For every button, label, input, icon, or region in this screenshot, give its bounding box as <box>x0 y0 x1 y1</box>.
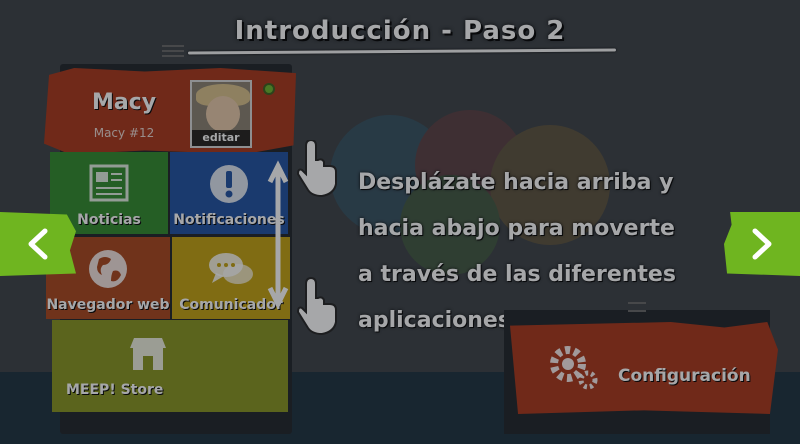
instruction-line: a través de las diferentes <box>358 262 676 287</box>
swipe-gesture-icon <box>267 140 337 336</box>
store-icon <box>130 338 166 370</box>
page-title: Introducción - Paso 2 <box>234 16 566 46</box>
exclamation-icon <box>210 165 248 203</box>
hand-up-icon <box>296 140 337 198</box>
online-status-icon <box>263 83 275 95</box>
title-underline <box>187 48 617 55</box>
app-label: Navegador web <box>46 297 170 313</box>
profile-name: Macy <box>91 90 157 115</box>
newspaper-icon <box>89 164 129 202</box>
launcher-panel: Macy Macy #12 editar Noticias Notificaci… <box>44 45 296 434</box>
chat-bubbles-icon <box>209 253 253 284</box>
edit-avatar-button[interactable]: editar <box>192 130 250 146</box>
avatar[interactable]: editar <box>190 80 252 148</box>
hand-down-icon <box>296 276 337 336</box>
vertical-arrow-icon <box>267 160 289 310</box>
profile-card[interactable]: Macy Macy #12 editar <box>44 68 296 154</box>
instruction-line: Desplázate hacia arriba y <box>358 170 674 195</box>
globe-icon <box>89 250 127 288</box>
config-panel: Configuración <box>500 302 786 434</box>
chevron-right-icon <box>752 228 772 260</box>
config-button[interactable]: Configuración <box>510 322 778 414</box>
instruction-line: hacia abajo para moverte <box>358 216 675 241</box>
drag-handle-icon <box>628 302 646 312</box>
avatar-face <box>206 96 240 132</box>
next-step-button[interactable] <box>724 212 800 276</box>
chevron-left-icon <box>28 228 48 260</box>
app-label: MEEP! Store <box>66 382 164 398</box>
app-tile-meep-store[interactable]: MEEP! Store <box>52 320 288 412</box>
config-label: Configuración <box>618 366 751 386</box>
drag-handle-icon <box>162 45 184 57</box>
prev-step-button[interactable] <box>0 212 76 276</box>
profile-id: Macy #12 <box>93 126 155 140</box>
gears-icon <box>550 346 598 390</box>
